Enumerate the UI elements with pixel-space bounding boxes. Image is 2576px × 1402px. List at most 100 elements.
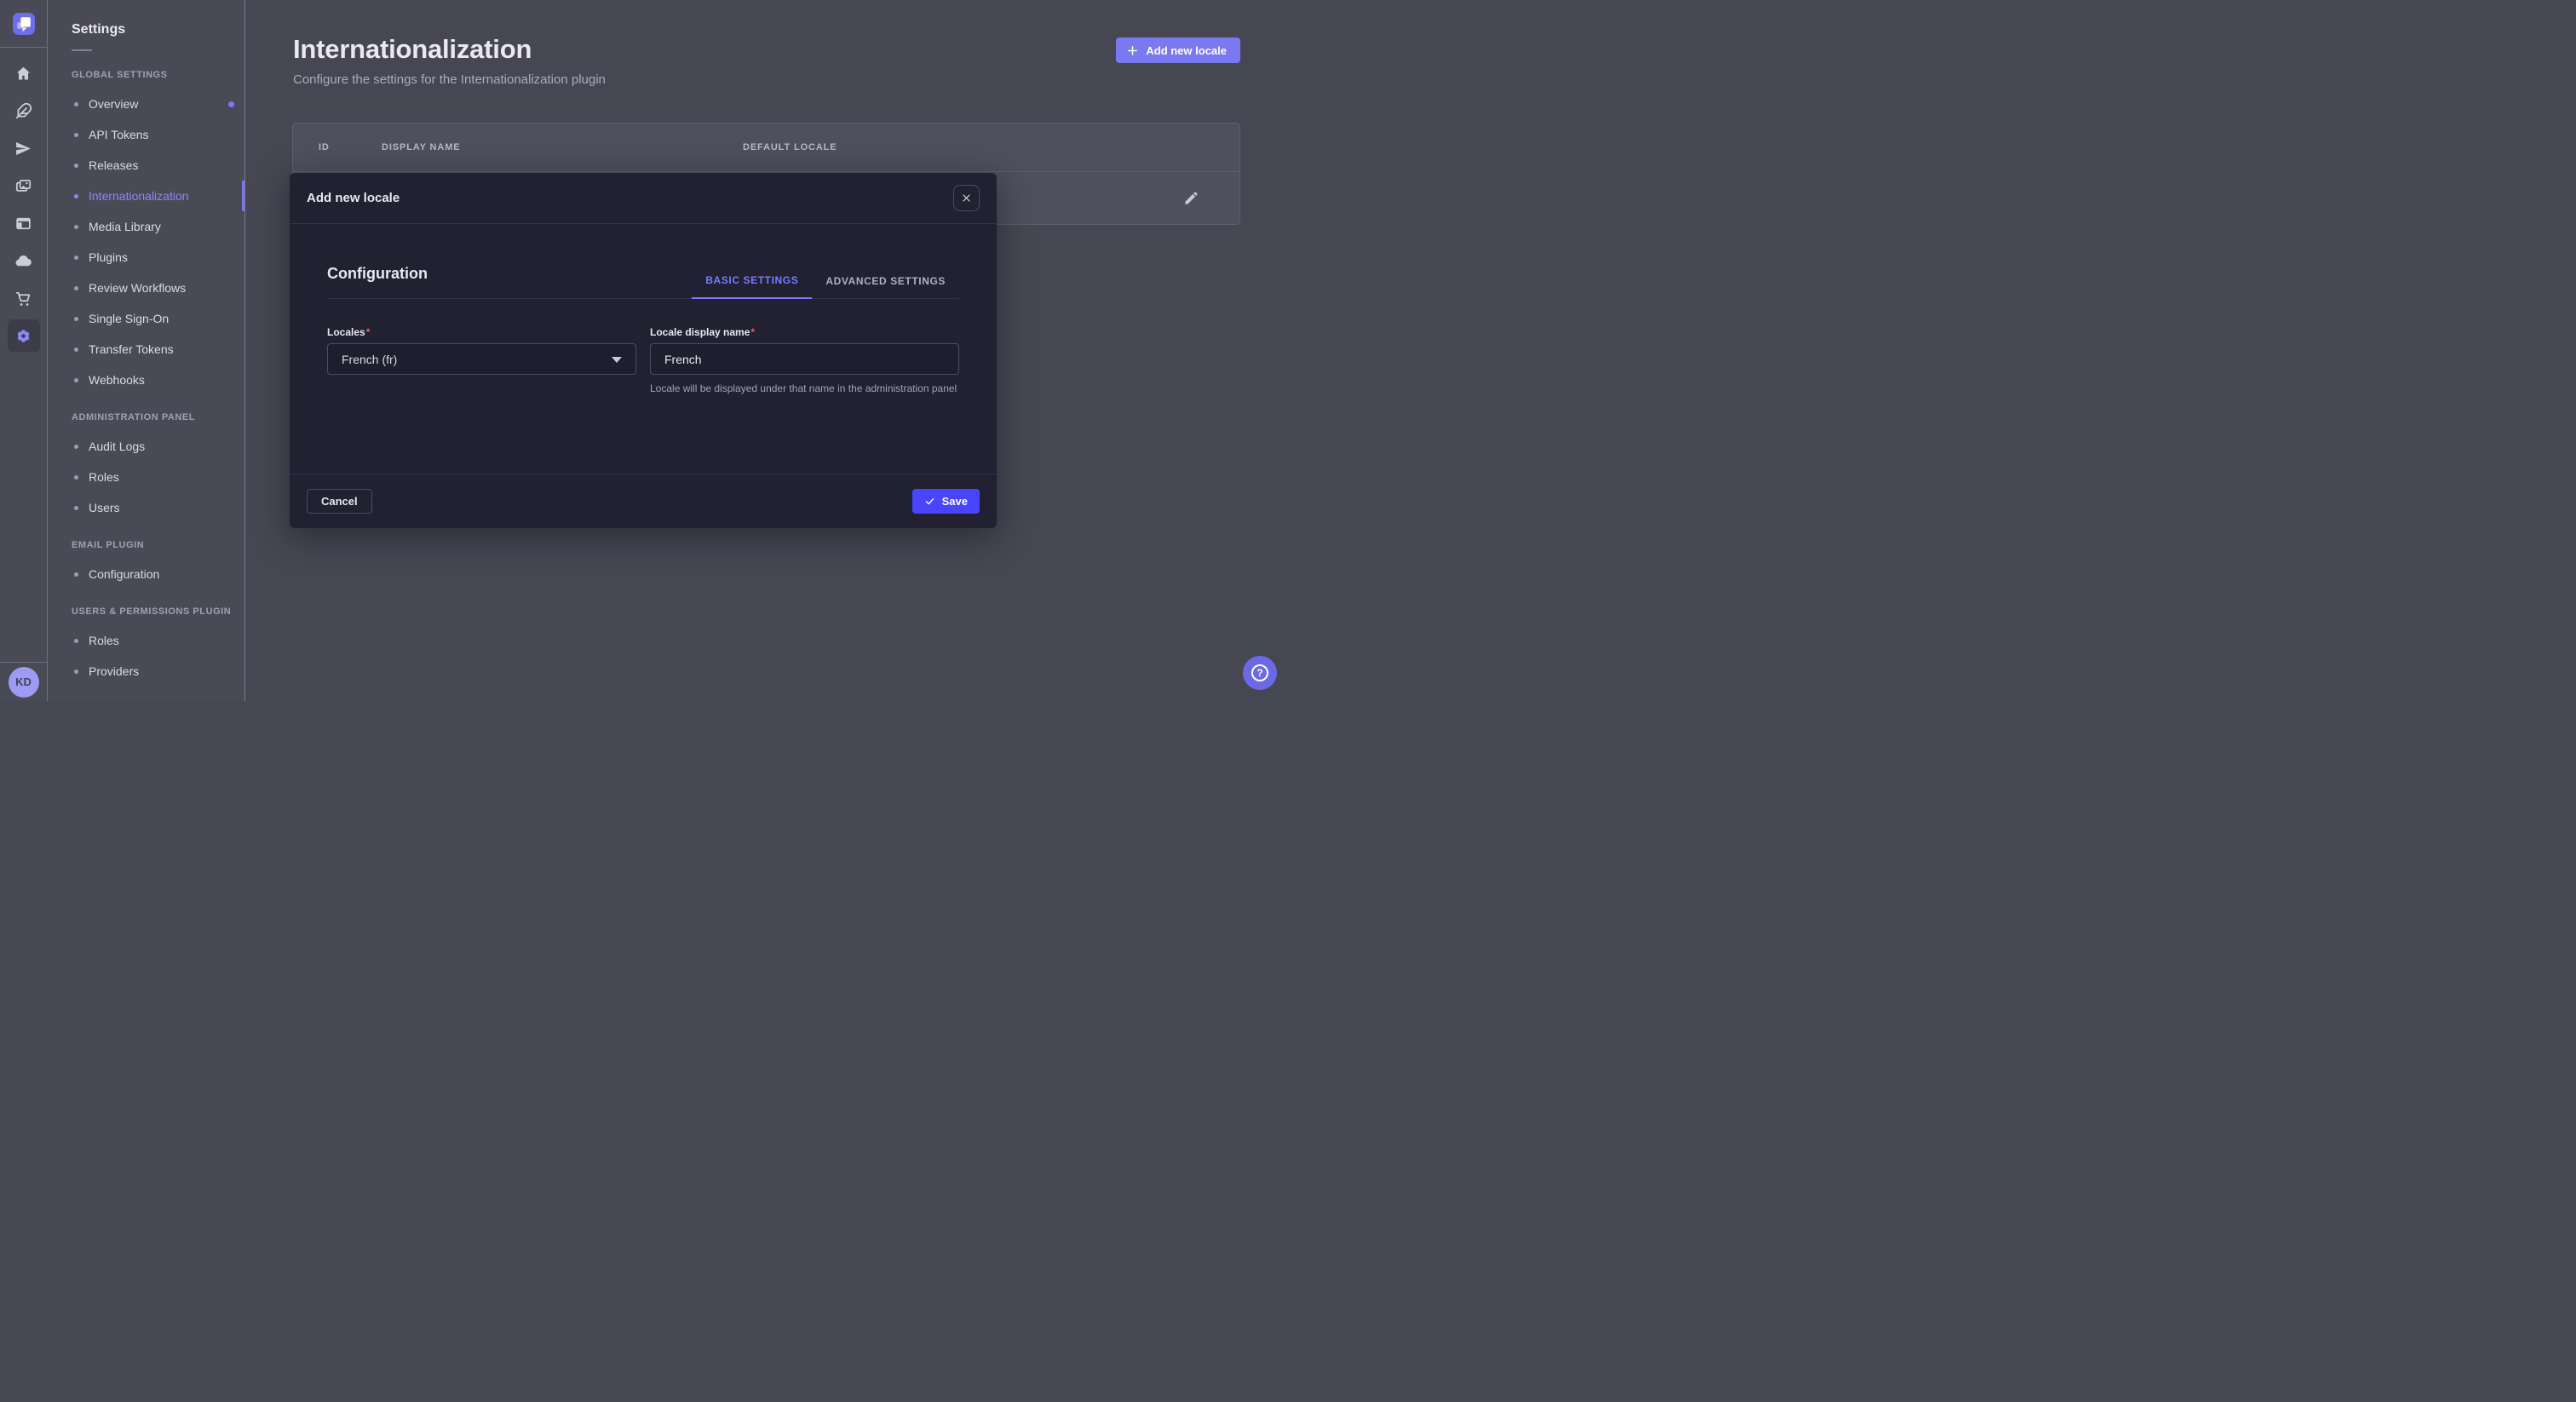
display-name-hint: Locale will be displayed under that name…: [650, 382, 959, 395]
close-modal-button[interactable]: [953, 185, 980, 211]
sidebar-item-admin-roles[interactable]: Roles: [48, 462, 244, 492]
sidebar-item-email-configuration[interactable]: Configuration: [48, 559, 244, 589]
help-glyph: ?: [1256, 667, 1262, 679]
display-name-field: Locale display name* Locale will be disp…: [650, 326, 959, 395]
rail-icon-list: [0, 48, 47, 354]
sidebar-title-divider: [72, 49, 92, 51]
sidebar-item-users[interactable]: Users: [48, 492, 244, 523]
check-icon: [924, 496, 935, 507]
tab-basic-settings[interactable]: BASIC SETTINGS: [692, 274, 812, 299]
sidebar-item-audit-logs[interactable]: Audit Logs: [48, 431, 244, 462]
cloud-icon[interactable]: [5, 242, 43, 279]
pencil-icon: [1183, 190, 1199, 206]
form-fields-row: Locales* French (fr) Locale display name…: [327, 326, 959, 395]
add-locale-modal: Add new locale Configuration BASIC SETTI…: [290, 173, 997, 528]
bullet-icon: [74, 133, 78, 137]
sidebar-item-label: Media Library: [89, 220, 161, 233]
locales-label: Locales*: [327, 326, 636, 338]
section-users-permissions-plugin: USERS & PERMISSIONS PLUGIN: [48, 606, 244, 617]
sidebar-item-plugins[interactable]: Plugins: [48, 242, 244, 273]
locale-display-name-input[interactable]: [650, 343, 959, 375]
strapi-logo[interactable]: [13, 13, 35, 35]
home-icon[interactable]: [5, 55, 43, 92]
sidebar-item-providers[interactable]: Providers: [48, 656, 244, 687]
add-new-locale-button[interactable]: Add new locale: [1116, 37, 1240, 63]
bullet-icon: [74, 317, 78, 321]
sidebar-item-media-library[interactable]: Media Library: [48, 211, 244, 242]
sidebar-item-label: Overview: [89, 97, 138, 111]
sidebar-item-api-tokens[interactable]: API Tokens: [48, 119, 244, 150]
bullet-icon: [74, 164, 78, 168]
sidebar-item-releases[interactable]: Releases: [48, 150, 244, 181]
page-subtitle: Configure the settings for the Internati…: [293, 72, 606, 87]
sidebar-item-review-workflows[interactable]: Review Workflows: [48, 273, 244, 303]
page-title: Internationalization: [293, 34, 532, 65]
edit-row-button[interactable]: [1182, 189, 1200, 208]
strapi-logo-icon: [13, 13, 35, 35]
modal-footer: Cancel Save: [290, 474, 997, 528]
add-new-locale-label: Add new locale: [1146, 44, 1227, 57]
sidebar-item-label: Transfer Tokens: [89, 342, 174, 356]
layout-icon[interactable]: [5, 204, 43, 242]
sidebar-item-label: Configuration: [89, 567, 159, 581]
sidebar-item-transfer-tokens[interactable]: Transfer Tokens: [48, 334, 244, 365]
column-header-id: ID: [319, 142, 382, 152]
sidebar-item-label: Releases: [89, 158, 138, 172]
column-header-default-locale: DEFAULT LOCALE: [743, 142, 837, 152]
user-avatar[interactable]: KD: [9, 667, 39, 698]
configuration-title: Configuration: [327, 265, 428, 298]
bullet-icon: [74, 256, 78, 260]
gear-icon[interactable]: [8, 319, 40, 352]
locales-select[interactable]: French (fr): [327, 343, 636, 375]
help-icon: ?: [1251, 664, 1268, 681]
main-nav-rail: KD: [0, 0, 48, 701]
locales-select-value: French (fr): [342, 353, 397, 366]
cart-icon[interactable]: [5, 279, 43, 317]
notification-dot: [228, 101, 234, 107]
settings-tabs: BASIC SETTINGS ADVANCED SETTINGS: [692, 274, 959, 298]
media-icon[interactable]: [5, 167, 43, 204]
bullet-icon: [74, 445, 78, 449]
sidebar-item-single-sign-on[interactable]: Single Sign-On: [48, 303, 244, 334]
bullet-icon: [74, 572, 78, 577]
logo-section: [0, 0, 47, 48]
help-button[interactable]: ?: [1243, 656, 1277, 690]
sidebar-item-internationalization[interactable]: Internationalization: [48, 181, 244, 211]
sidebar-item-label: Roles: [89, 470, 119, 484]
modal-header: Add new locale: [290, 173, 997, 224]
sidebar-item-up-roles[interactable]: Roles: [48, 625, 244, 656]
active-item-indicator: [242, 181, 244, 211]
section-email-plugin: EMAIL PLUGIN: [48, 540, 244, 550]
display-name-label: Locale display name*: [650, 326, 959, 338]
sidebar-item-label: Webhooks: [89, 373, 145, 387]
bullet-icon: [74, 225, 78, 229]
bullet-icon: [74, 669, 78, 674]
sidebar-item-overview[interactable]: Overview: [48, 89, 244, 119]
avatar-initials: KD: [15, 675, 32, 688]
sidebar-item-label: API Tokens: [89, 128, 149, 141]
table-header-row: ID DISPLAY NAME DEFAULT LOCALE: [293, 124, 1239, 172]
section-global-settings: GLOBAL SETTINGS: [48, 70, 244, 80]
bullet-icon: [74, 378, 78, 382]
tab-advanced-settings[interactable]: ADVANCED SETTINGS: [812, 274, 959, 298]
sidebar-item-label: Single Sign-On: [89, 312, 169, 325]
feather-icon[interactable]: [5, 92, 43, 129]
sidebar-item-label: Internationalization: [89, 189, 189, 203]
sidebar-item-label: Roles: [89, 634, 119, 647]
bullet-icon: [74, 475, 78, 480]
rail-user-section: KD: [0, 662, 47, 701]
bullet-icon: [74, 348, 78, 352]
bullet-icon: [74, 194, 78, 198]
settings-sidebar: Settings GLOBAL SETTINGS Overview API To…: [48, 0, 245, 701]
modal-title: Add new locale: [307, 191, 400, 205]
sidebar-item-webhooks[interactable]: Webhooks: [48, 365, 244, 395]
paper-plane-icon[interactable]: [5, 129, 43, 167]
save-button[interactable]: Save: [912, 489, 980, 514]
sidebar-item-label: Users: [89, 501, 120, 514]
section-administration-panel: ADMINISTRATION PANEL: [48, 412, 244, 422]
locales-field: Locales* French (fr): [327, 326, 636, 395]
modal-body: Configuration BASIC SETTINGS ADVANCED SE…: [290, 224, 997, 395]
sidebar-item-label: Audit Logs: [89, 440, 145, 453]
cancel-button[interactable]: Cancel: [307, 489, 372, 514]
plus-icon: [1126, 44, 1139, 57]
